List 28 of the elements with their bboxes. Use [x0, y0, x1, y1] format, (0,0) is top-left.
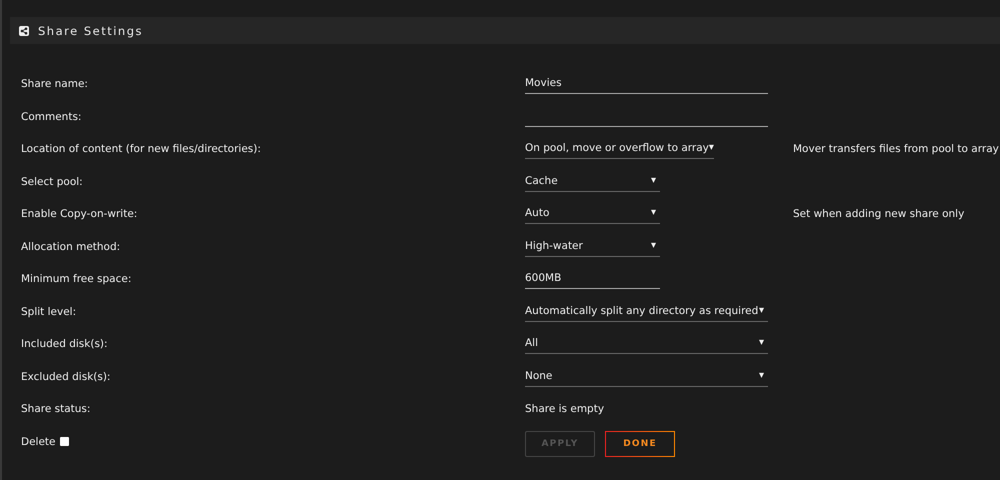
field-label: Select pool: — [21, 174, 84, 188]
field-label: Allocation method: — [21, 240, 122, 252]
field-label: Location of content (for new files/directories): — [21, 142, 262, 155]
help-text: Mover transfers files from pool to array — [793, 142, 1000, 155]
checkbox[interactable] — [60, 437, 68, 446]
panel-title: Share Settings — [38, 24, 144, 38]
field-label: Included disk(s): — [21, 337, 109, 350]
field-label: Share status: — [21, 402, 92, 415]
help-text: Set when adding new share only — [793, 207, 966, 220]
status-text: Share is empty — [525, 402, 606, 415]
field-label: Excluded disk(s): — [21, 370, 112, 382]
field-label: Minimum free space: — [21, 272, 132, 285]
delete-label: Delete — [21, 436, 56, 448]
dropdown[interactable]: High-water ▾ — [525, 234, 660, 256]
dropdown[interactable]: All ▾ — [525, 332, 768, 354]
done-button[interactable]: DONE — [605, 430, 675, 456]
field-label: Share name: — [21, 77, 89, 90]
input-field[interactable]: 600MB — [525, 267, 660, 289]
dropdown[interactable]: Cache ▾ — [525, 170, 660, 192]
dropdown[interactable]: On pool, move or overflow to array▾ — [525, 137, 714, 159]
field-label: Comments: — [21, 110, 82, 122]
share-icon — [19, 26, 29, 36]
dropdown[interactable]: Auto ▾ — [525, 202, 660, 224]
field-label: Split level: — [21, 304, 78, 318]
input-field[interactable]: Movies — [525, 72, 768, 94]
field-label: Enable Copy-on-write: — [21, 207, 138, 220]
dropdown[interactable]: None ▾ — [525, 364, 768, 386]
dropdown[interactable]: Automatically split any directory as required▾ — [525, 300, 768, 322]
